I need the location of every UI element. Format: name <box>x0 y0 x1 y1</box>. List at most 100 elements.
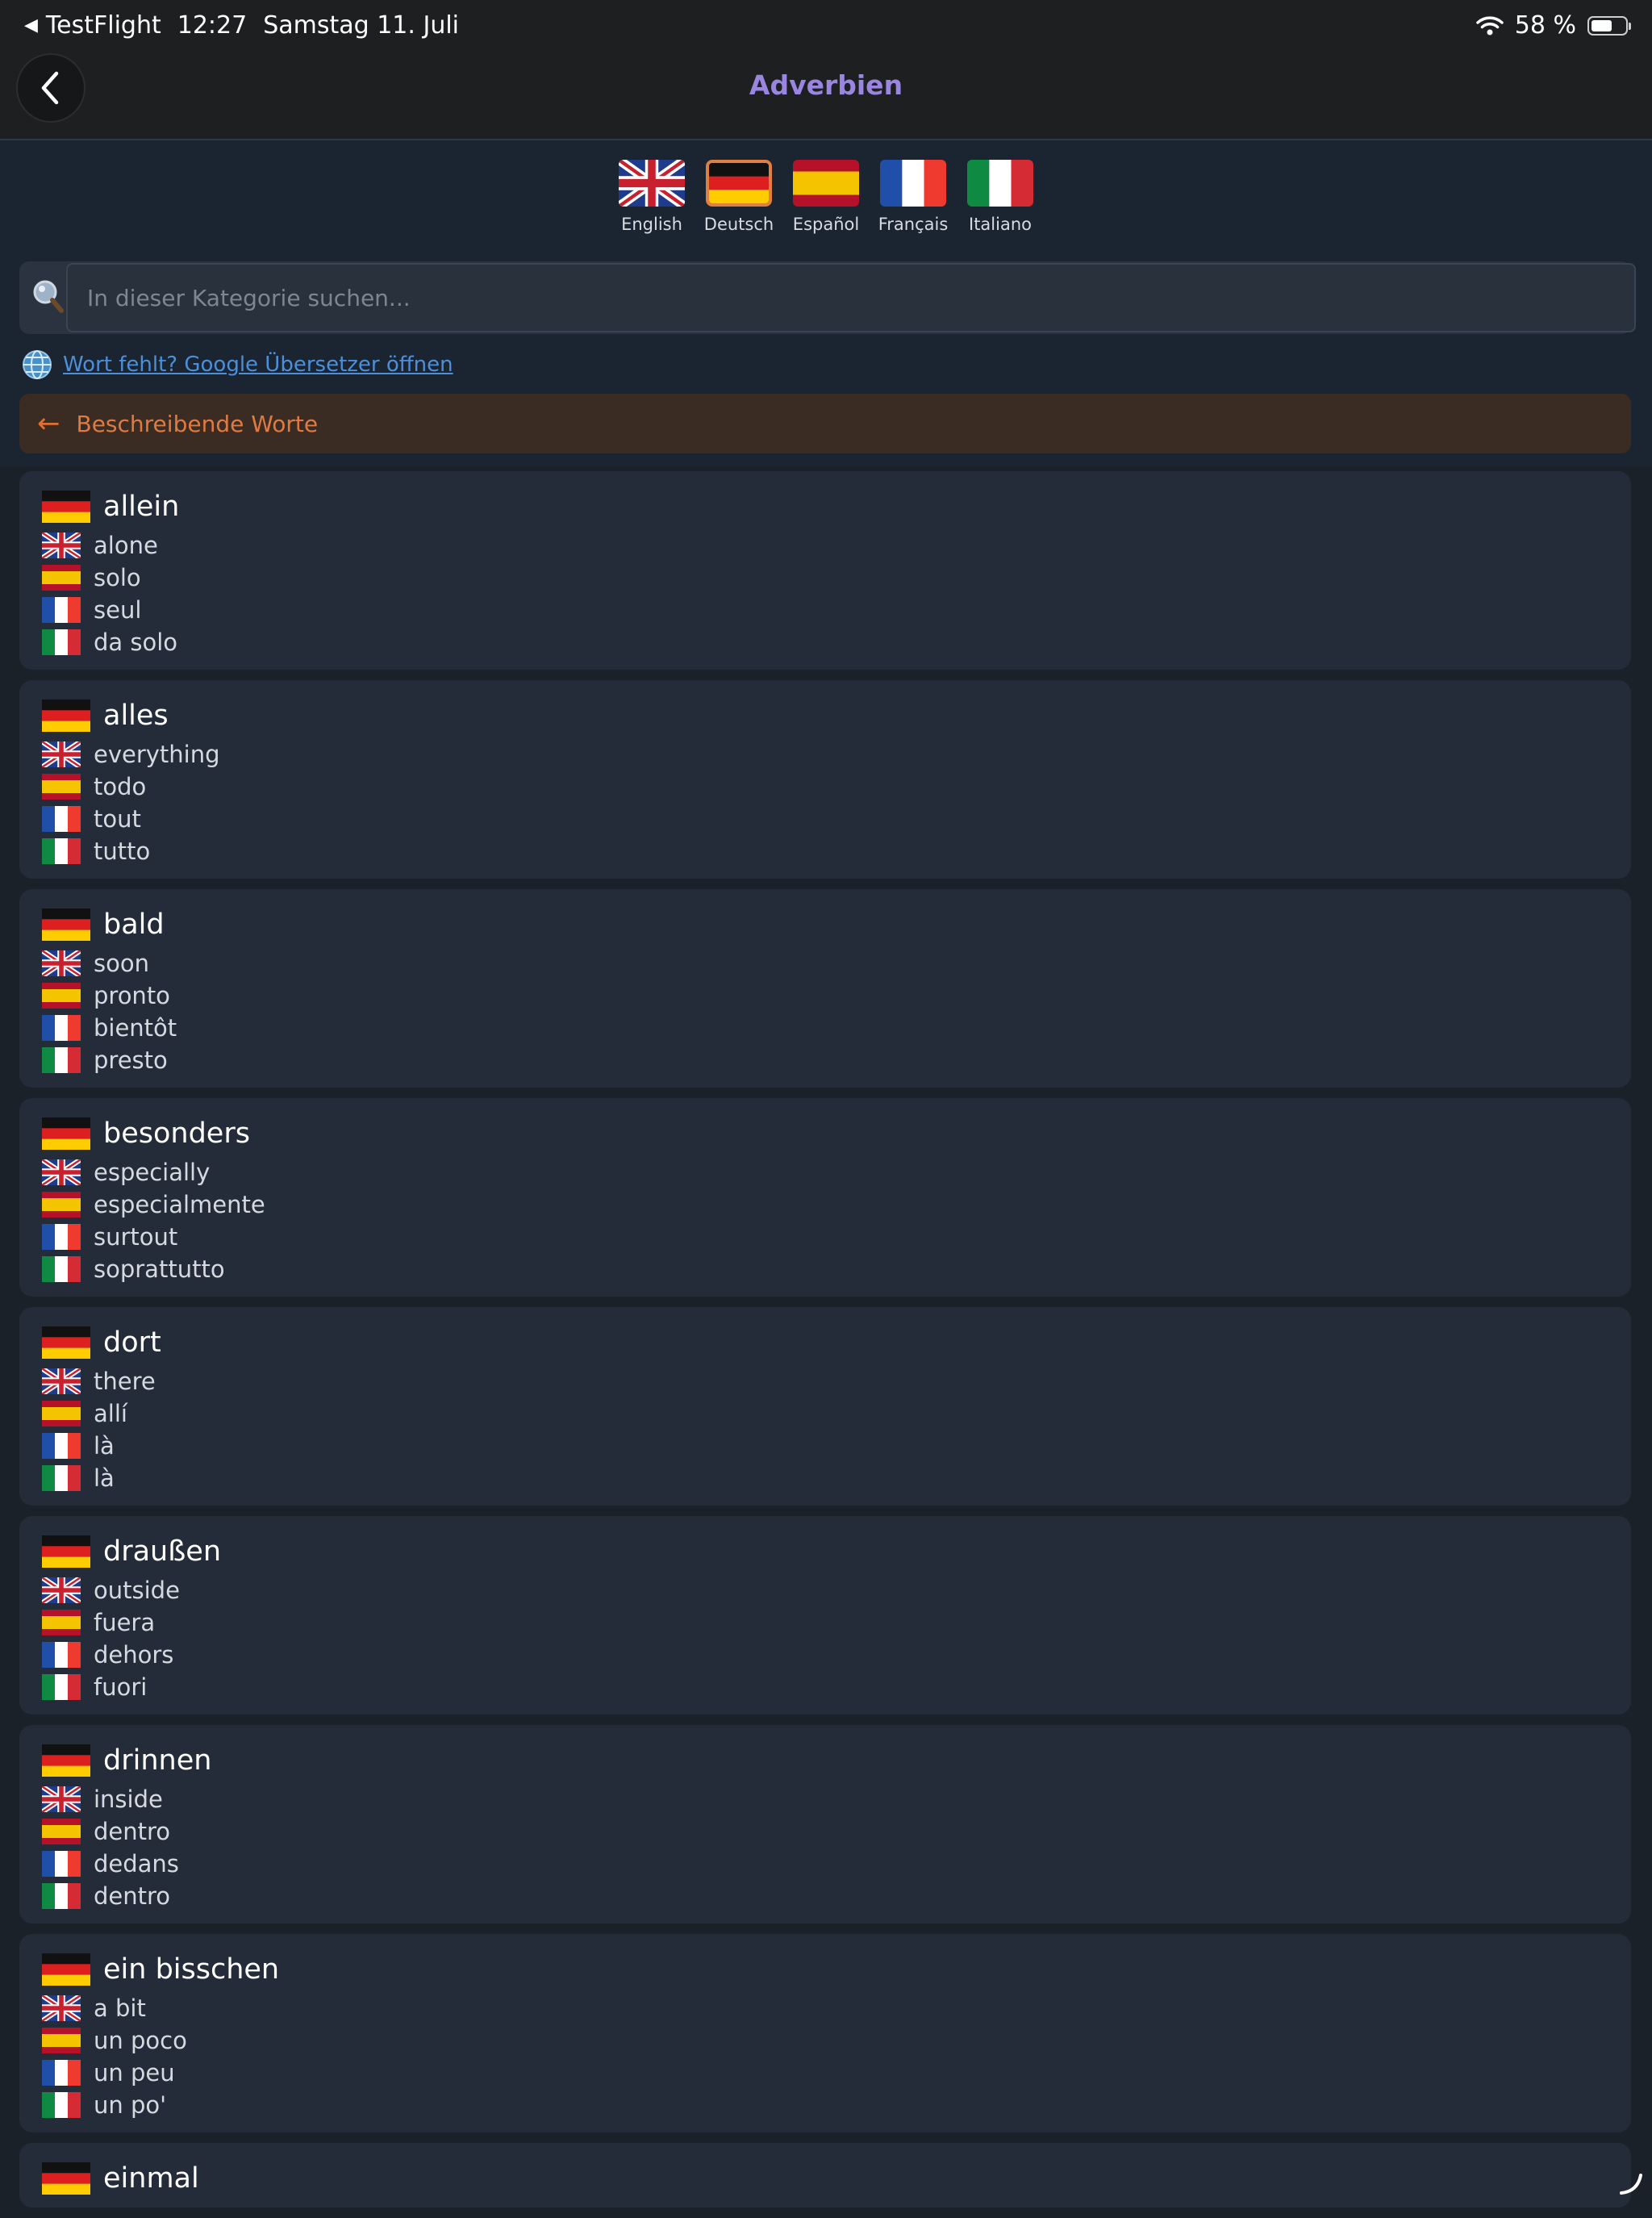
word-card[interactable]: besonders especially especialmente surto… <box>19 1098 1631 1297</box>
germany-flag-icon <box>42 1326 90 1359</box>
france-flag-icon <box>42 1015 81 1041</box>
germany-flag-icon <box>42 1744 90 1777</box>
uk-flag-icon <box>42 1368 81 1394</box>
language-option-en[interactable]: English <box>619 160 685 234</box>
italy-flag-icon <box>42 2092 81 2118</box>
word-italian: tutto <box>94 837 151 865</box>
word-english: alone <box>94 532 158 559</box>
word-card[interactable]: bald soon pronto bientôt presto <box>19 889 1631 1088</box>
word-english: there <box>94 1368 156 1395</box>
spain-flag-icon <box>42 1192 81 1218</box>
word-german: ein bisschen <box>103 1953 280 1986</box>
word-italian: soprattutto <box>94 1255 225 1283</box>
uk-flag-icon <box>42 741 81 767</box>
spain-flag-icon <box>42 1401 81 1426</box>
word-spanish: pronto <box>94 982 170 1009</box>
google-translate-link[interactable]: Wort fehlt? Google Übersetzer öffnen <box>63 353 453 377</box>
word-card[interactable]: dort there allí là là <box>19 1307 1631 1506</box>
italy-flag-icon <box>42 1465 81 1491</box>
italy-flag-icon <box>967 160 1033 207</box>
wifi-icon <box>1476 15 1504 35</box>
search-input[interactable] <box>66 263 1636 332</box>
spain-flag-icon <box>42 565 81 591</box>
word-card[interactable]: drinnen inside dentro dedans dentro <box>19 1725 1631 1924</box>
uk-flag-icon <box>42 950 81 976</box>
top-bar: ◀ TestFlight 12:27 Samstag 11. Juli 58 %… <box>0 0 1652 140</box>
word-italian: là <box>94 1464 115 1492</box>
word-english: outside <box>94 1577 180 1604</box>
word-italian: fuori <box>94 1673 148 1701</box>
france-flag-icon <box>42 1851 81 1877</box>
language-label: Español <box>792 215 860 234</box>
google-translate-row[interactable]: Wort fehlt? Google Übersetzer öffnen <box>21 349 453 381</box>
word-spanish: dentro <box>94 1818 171 1845</box>
language-label: Italiano <box>969 215 1032 234</box>
spain-flag-icon <box>42 774 81 800</box>
word-french: dedans <box>94 1850 179 1878</box>
france-flag-icon <box>42 1433 81 1459</box>
category-back-button[interactable]: ← Beschreibende Worte <box>19 394 1631 453</box>
spain-flag-icon <box>42 2028 81 2053</box>
language-option-de[interactable]: Deutsch <box>703 160 774 234</box>
word-list: allein alone solo seul da solo alles eve… <box>19 471 1631 2218</box>
italy-flag-icon <box>42 1047 81 1073</box>
word-french: dehors <box>94 1641 174 1669</box>
word-spanish: todo <box>94 773 147 800</box>
status-date: Samstag 11. Juli <box>263 11 460 40</box>
search-bar <box>19 261 1636 334</box>
word-spanish: solo <box>94 564 141 591</box>
word-german: besonders <box>103 1117 250 1150</box>
language-option-es[interactable]: Español <box>793 160 859 234</box>
uk-flag-icon <box>42 1786 81 1812</box>
language-label: Deutsch <box>703 215 774 234</box>
word-german: alles <box>103 700 169 732</box>
france-flag-icon <box>880 160 946 207</box>
word-german: drinnen <box>103 1744 212 1777</box>
scroll-indicator-icon <box>1620 2174 1642 2195</box>
word-english: everything <box>94 741 220 768</box>
language-selector: English Deutsch Español Français Italian… <box>0 160 1652 234</box>
language-option-it[interactable]: Italiano <box>967 160 1033 234</box>
italy-flag-icon <box>42 629 81 655</box>
germany-flag-icon <box>42 1953 90 1986</box>
category-back-label: Beschreibende Worte <box>76 410 319 437</box>
language-option-fr[interactable]: Français <box>878 160 949 234</box>
language-label: Français <box>878 215 949 234</box>
italy-flag-icon <box>42 1256 81 1282</box>
spain-flag-icon <box>42 1819 81 1844</box>
word-french: un peu <box>94 2059 175 2086</box>
italy-flag-icon <box>42 1674 81 1700</box>
arrow-left-icon: ← <box>37 407 60 440</box>
word-german: bald <box>103 909 165 941</box>
germany-flag-icon <box>42 2162 90 2195</box>
spain-flag-icon <box>42 1610 81 1635</box>
word-french: seul <box>94 596 142 624</box>
word-german: einmal <box>103 2162 199 2195</box>
word-italian: presto <box>94 1046 168 1074</box>
word-spanish: allí <box>94 1400 127 1427</box>
battery-icon <box>1587 15 1631 36</box>
word-french: bientôt <box>94 1014 177 1042</box>
battery-percent: 58 % <box>1514 11 1576 40</box>
page-title: Adverbien <box>749 69 903 101</box>
word-english: a bit <box>94 1995 146 2022</box>
word-french: là <box>94 1432 115 1460</box>
germany-flag-icon <box>42 1535 90 1568</box>
word-card[interactable]: draußen outside fuera dehors fuori <box>19 1516 1631 1715</box>
back-to-app-label[interactable]: TestFlight <box>46 11 161 40</box>
germany-flag-icon <box>709 163 769 203</box>
word-card[interactable]: alles everything todo tout tutto <box>19 680 1631 879</box>
france-flag-icon <box>42 1642 81 1668</box>
word-card[interactable]: allein alone solo seul da solo <box>19 471 1631 670</box>
word-german: allein <box>103 491 180 523</box>
uk-flag-icon <box>42 1159 81 1185</box>
status-time: 12:27 <box>177 11 248 40</box>
word-french: tout <box>94 805 141 833</box>
word-spanish: un poco <box>94 2027 187 2054</box>
word-italian: da solo <box>94 629 178 656</box>
language-label: English <box>621 215 682 234</box>
back-to-app-icon[interactable]: ◀ <box>24 15 38 36</box>
word-card[interactable]: einmal <box>19 2143 1631 2208</box>
word-card[interactable]: ein bisschen a bit un poco un peu un po' <box>19 1934 1631 2132</box>
uk-flag-icon <box>42 533 81 558</box>
